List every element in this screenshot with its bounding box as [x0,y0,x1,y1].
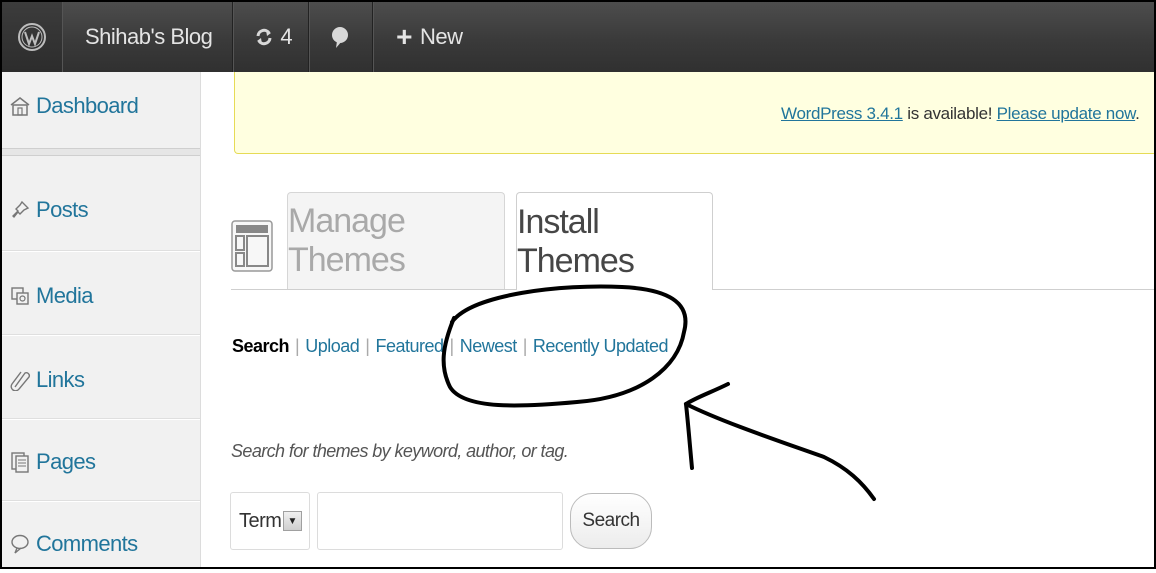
search-description: Search for themes by keyword, author, or… [231,441,569,461]
comment-bubble-icon [8,532,32,556]
subnav-separator: | [449,336,455,356]
subnav-newest-link[interactable]: Newest [460,336,518,356]
menu-item-label: Dashboard [36,93,139,118]
menu-item-pages[interactable]: Pages [2,440,200,484]
subnav-separator: | [295,336,300,356]
subnav-featured-link[interactable]: Featured [375,336,444,356]
update-notice-middle: is available! [902,104,997,123]
updates-count: 4 [280,24,293,49]
menu-separator [2,148,200,156]
update-notice: WordPress 3.4.1 is available! Please upd… [234,72,1154,154]
menu-separator [2,250,200,252]
dropdown-arrow-icon: ▼ [283,511,302,531]
site-name-link[interactable]: Shihab's Blog [63,2,234,72]
tab-label: Manage Themes [288,202,406,279]
install-themes-subnav: Search | Upload | Featured | Newest | Recently U… [232,336,669,357]
tab-label: Install Themes [517,202,635,280]
update-now-link[interactable]: Please update now [997,104,1136,123]
plus-icon: + [396,21,412,52]
annotation-arrow-head [683,382,730,470]
screenshot-frame: Shihab's Blog 4 + New Dashboard Posts Me… [0,0,1156,569]
menu-item-dashboard[interactable]: Dashboard [2,84,200,128]
menu-separator [2,418,200,420]
update-notice-text: WordPress 3.4.1 is available! Please upd… [781,104,1140,124]
wordpress-version-link[interactable]: WordPress 3.4.1 [781,104,903,123]
comments-link[interactable] [309,2,374,72]
pushpin-icon [8,198,32,222]
new-content-link[interactable]: + New [373,2,482,72]
menu-item-label: Links [36,367,85,392]
admin-bar: Shihab's Blog 4 + New [2,2,1154,72]
admin-menu: Dashboard Posts Media Links Pages Commen… [2,72,201,567]
update-notice-end: . [1135,104,1140,123]
menu-separator [2,334,200,336]
wordpress-logo-icon [18,23,46,51]
subnav-search-current: Search [232,336,290,356]
search-type-value: Term [239,509,282,532]
search-term-input[interactable] [317,492,563,550]
appearance-themes-icon [231,220,273,272]
pages-icon [8,450,32,474]
links-icon [8,368,32,392]
dashboard-icon [8,94,32,118]
media-icon [8,284,32,308]
new-label: New [419,24,463,49]
wordpress-logo-menu[interactable] [2,2,63,72]
site-name-label: Shihab's Blog [85,24,213,49]
updates-icon [256,28,272,46]
annotation-arrow-shaft [684,402,876,501]
menu-item-label: Media [36,283,94,308]
subnav-recently-updated-link[interactable]: Recently Updated [533,336,669,356]
subnav-separator: | [522,336,528,356]
menu-separator [2,500,200,502]
menu-item-media[interactable]: Media [2,274,200,318]
tab-manage-themes[interactable]: Manage Themes [287,192,505,289]
menu-item-posts[interactable]: Posts [2,188,200,232]
tab-install-themes[interactable]: Install Themes [516,192,713,290]
subnav-upload-link[interactable]: Upload [305,336,360,356]
comment-bubble-icon [332,27,349,48]
menu-item-label: Pages [36,449,96,474]
search-type-select[interactable]: Term ▼ [230,492,310,550]
subnav-separator: | [365,336,370,356]
menu-item-comments[interactable]: Comments [2,522,200,566]
updates-link[interactable]: 4 [233,2,310,72]
menu-item-label: Comments [36,531,138,556]
search-button[interactable]: Search [570,493,652,549]
menu-item-label: Posts [36,197,89,222]
menu-item-links[interactable]: Links [2,358,200,402]
